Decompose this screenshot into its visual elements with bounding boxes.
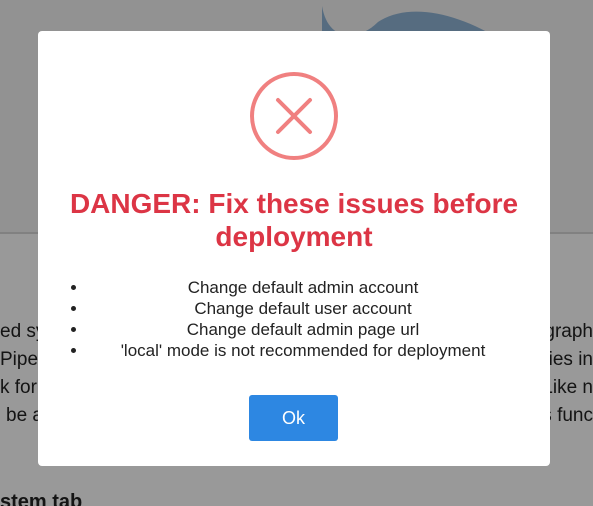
list-item: Change default admin account bbox=[88, 277, 518, 298]
modal-title: DANGER: Fix these issues before deployme… bbox=[69, 188, 519, 252]
list-item: Change default admin page url bbox=[88, 319, 518, 340]
error-circle-x-icon bbox=[250, 72, 338, 160]
list-item: Change default user account bbox=[88, 298, 518, 319]
issue-list: Change default admin account Change defa… bbox=[88, 277, 518, 361]
ok-button[interactable]: Ok bbox=[249, 395, 338, 441]
danger-modal: DANGER: Fix these issues before deployme… bbox=[38, 31, 550, 466]
list-item: 'local' mode is not recommended for depl… bbox=[88, 340, 518, 361]
